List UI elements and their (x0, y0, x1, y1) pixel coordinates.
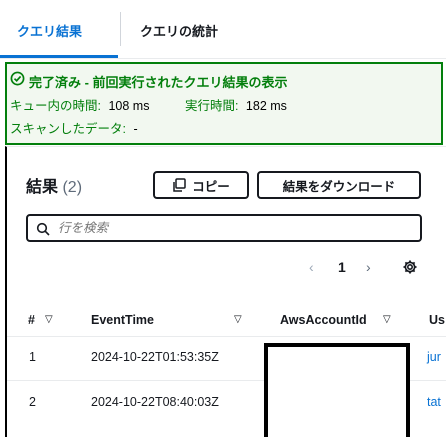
run-time-label: 実行時間: (184, 99, 239, 113)
run-time-value: 182 ms (245, 99, 287, 113)
page-number[interactable]: 1 (338, 259, 346, 275)
query-status-alert: 完了済み - 前回実行されたクエリ結果の表示 キュー内の時間: 108 ms 実… (5, 62, 443, 145)
queue-time-value: 108 ms (108, 99, 150, 113)
status-title: 完了済み - 前回実行されたクエリ結果の表示 (29, 75, 288, 90)
header-divider (7, 336, 446, 337)
tab-query-results[interactable]: クエリ結果 (17, 21, 82, 40)
column-header-eventtime[interactable]: EventTime (91, 313, 154, 327)
tab-bar-divider (0, 58, 446, 59)
results-header: 結果 (2) (26, 173, 82, 197)
success-check-icon (10, 71, 25, 86)
row-filter[interactable] (26, 214, 422, 242)
queue-time-label: キュー内の時間: (10, 99, 101, 113)
previous-page-button[interactable]: ‹ (309, 259, 314, 275)
account-id-cell (268, 347, 406, 437)
scanned-data-row: スキャンしたデータ: - (10, 118, 138, 137)
column-header-user[interactable]: Us (429, 313, 445, 327)
copy-button-label: コピー (192, 179, 230, 194)
next-page-button[interactable]: › (366, 259, 371, 275)
sort-icon[interactable]: ▽ (234, 314, 242, 325)
row-number: 1 (29, 350, 36, 364)
scanned-data-value: - (133, 122, 138, 136)
sort-icon[interactable]: ▽ (45, 314, 53, 325)
column-header-index[interactable]: # (28, 313, 35, 327)
results-title: 結果 (26, 179, 59, 196)
copy-icon (173, 178, 186, 192)
tab-divider (120, 12, 121, 46)
row-number: 2 (29, 395, 36, 409)
gear-icon[interactable] (402, 259, 418, 275)
user-cell[interactable]: tat (427, 395, 441, 409)
timing-row: キュー内の時間: 108 ms 実行時間: 182 ms (10, 95, 287, 114)
sort-icon[interactable]: ▽ (383, 314, 391, 325)
copy-button[interactable]: コピー (153, 171, 249, 199)
download-button-label: 結果をダウンロード (282, 179, 396, 194)
tab-bar: クエリ結果 クエリの統計 (0, 0, 446, 60)
redacted-account-cells (264, 343, 410, 437)
search-icon (36, 222, 50, 236)
results-count: (2) (62, 179, 83, 196)
user-cell[interactable]: jur (427, 350, 441, 364)
event-time-cell: 2024-10-22T01:53:35Z (91, 350, 219, 364)
scanned-data-label: スキャンしたデータ: (10, 122, 126, 136)
row-search-input[interactable] (58, 218, 408, 238)
event-time-cell: 2024-10-22T08:40:03Z (91, 395, 219, 409)
download-results-button[interactable]: 結果をダウンロード (257, 171, 421, 199)
tab-query-stats[interactable]: クエリの統計 (140, 21, 218, 40)
column-header-awsaccountid[interactable]: AwsAccountId (280, 313, 367, 327)
